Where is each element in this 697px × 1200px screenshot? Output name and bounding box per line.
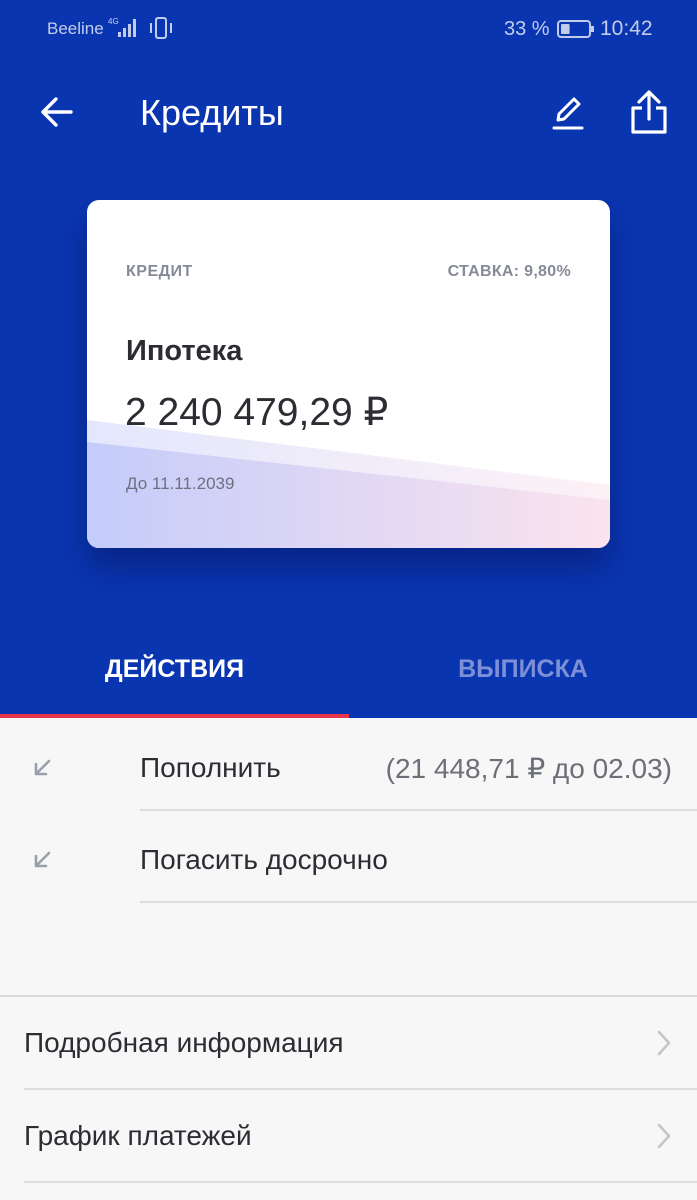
chevron-right-icon: [657, 1030, 671, 1056]
divider: [140, 901, 697, 903]
carrier-name: Beeline: [47, 19, 104, 38]
tab-statement[interactable]: ВЫПИСКА: [349, 655, 697, 695]
battery-percent: 33 %: [504, 18, 550, 40]
details-item[interactable]: Подробная информация: [0, 997, 697, 1089]
action-label: Пополнить: [140, 752, 281, 783]
details-label: Подробная информация: [24, 1027, 344, 1058]
page-title: Кредиты: [140, 92, 284, 133]
arrow-down-left-icon: [34, 851, 51, 868]
tab-actions[interactable]: ДЕЙСТВИЯ: [0, 655, 349, 695]
pencil-icon: [552, 97, 584, 130]
back-button[interactable]: [32, 88, 80, 136]
share-icon: [631, 90, 667, 134]
payment-schedule-item[interactable]: График платежей: [0, 1090, 697, 1182]
loan-card[interactable]: КРЕДИТ СТАВКА: 9,80% Ипотека 2 240 479,2…: [87, 200, 610, 548]
arrow-left-icon: [41, 97, 73, 127]
status-bar: Beeline 4G 33 % 10:42: [0, 0, 697, 60]
payment-schedule-label: График платежей: [24, 1120, 252, 1151]
interest-rate: СТАВКА: 9,80%: [447, 263, 571, 280]
loan-amount: 2 240 479,29 ₽: [125, 391, 389, 434]
battery-icon: [557, 20, 594, 38]
edit-button[interactable]: [543, 88, 591, 136]
topup-action[interactable]: Пополнить (21 448,71 ₽ до 02.03): [0, 720, 697, 812]
early-repayment-action[interactable]: Погасить досрочно: [0, 812, 697, 904]
divider: [140, 809, 697, 811]
payment-due-note: (21 448,71 ₽ до 02.03): [385, 753, 672, 784]
clock: 10:42: [600, 17, 653, 40]
loan-due-date: До 11.11.2039: [126, 474, 235, 493]
signal-icon: 4G: [108, 17, 136, 37]
chevron-right-icon: [657, 1123, 671, 1149]
vibrate-icon: [150, 17, 172, 39]
card-wave-decoration: [87, 420, 610, 548]
tab-indicator: [0, 714, 349, 718]
arrow-down-left-icon: [34, 759, 51, 776]
action-label: Погасить досрочно: [140, 844, 388, 875]
divider: [24, 1181, 697, 1183]
header: Beeline 4G 33 % 10:42 Кредиты КРЕДИТ СТА…: [0, 0, 697, 718]
card-type-label: КРЕДИТ: [126, 263, 193, 280]
share-button[interactable]: [624, 86, 674, 138]
loan-name: Ипотека: [126, 335, 243, 367]
network-type: 4G: [108, 17, 119, 26]
